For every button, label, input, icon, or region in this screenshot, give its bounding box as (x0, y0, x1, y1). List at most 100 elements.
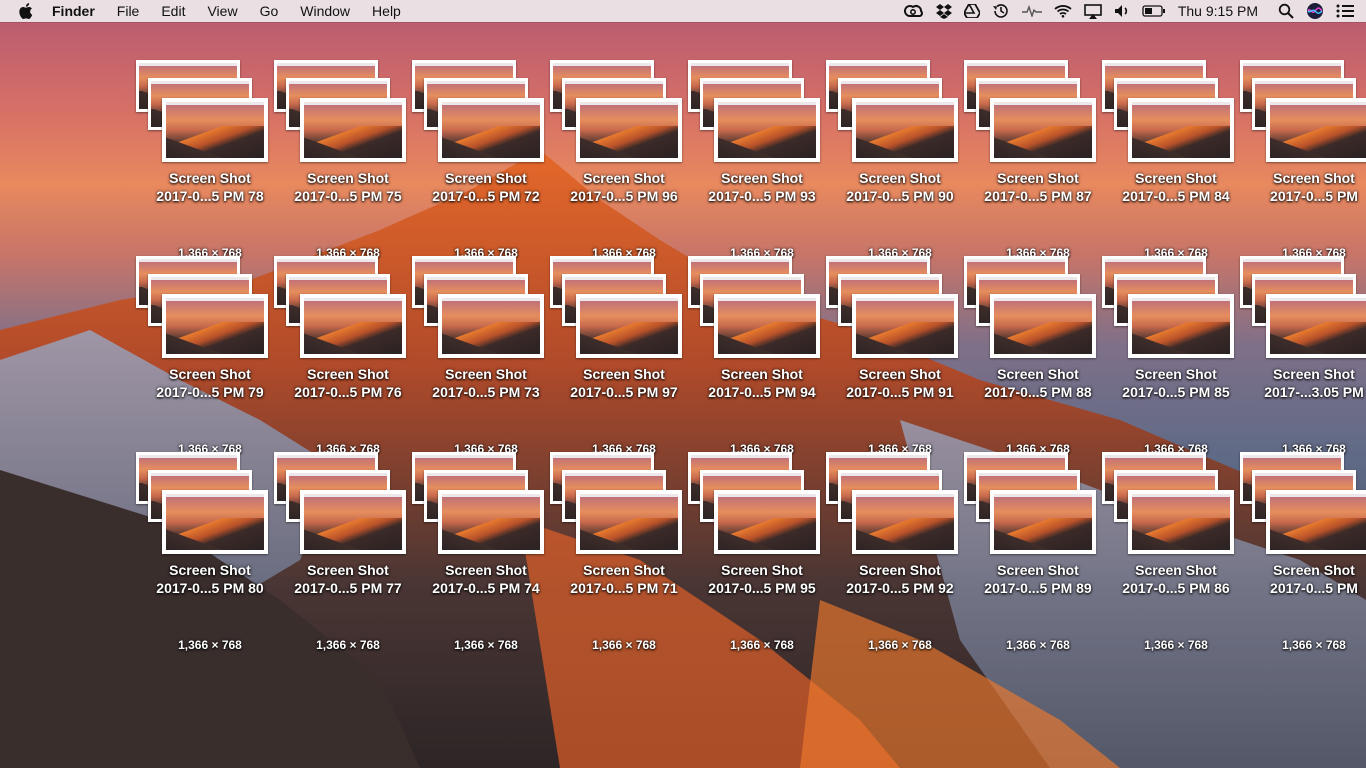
battery-icon[interactable] (1142, 0, 1166, 22)
file-thumbnail (550, 256, 688, 366)
screenshot-preview (714, 98, 820, 162)
file-dimensions: 1,366 × 768 (868, 638, 932, 652)
file-thumbnail (964, 452, 1102, 562)
screenshot-preview (852, 490, 958, 554)
desktop-file[interactable]: Screen Shot 2017-0...5 PM 1,366 × 768 (1234, 452, 1366, 652)
file-dimensions: 1,366 × 768 (1144, 638, 1208, 652)
desktop-file[interactable]: Screen Shot 2017-0...5 PM 73 1,366 × 768 (406, 256, 566, 456)
spotlight-icon[interactable] (1278, 0, 1294, 22)
screenshot-preview (438, 490, 544, 554)
desktop-file[interactable]: Screen Shot 2017-0...5 PM 92 1,366 × 768 (820, 452, 980, 652)
file-name-line2: 2017-0...5 PM 84 (1122, 188, 1230, 204)
desktop-file[interactable]: Screen Shot 2017-0...5 PM 84 1,366 × 768 (1096, 60, 1256, 260)
menu-window[interactable]: Window (300, 3, 350, 19)
screenshot-preview (990, 98, 1096, 162)
file-name-line2: 2017-0...5 PM 77 (294, 580, 402, 596)
desktop-file[interactable]: Screen Shot 2017-0...5 PM 77 1,366 × 768 (268, 452, 428, 652)
screenshot-preview (1266, 98, 1366, 162)
desktop-file[interactable]: Screen Shot 2017-0...5 PM 88 1,366 × 768 (958, 256, 1118, 456)
desktop-file[interactable]: Screen Shot 2017-0...5 PM 76 1,366 × 768 (268, 256, 428, 456)
desktop-file[interactable]: Screen Shot 2017-0...5 PM 91 1,366 × 768 (820, 256, 980, 456)
menu-bar: Finder File Edit View Go Window Help Thu… (0, 0, 1366, 22)
file-dimensions: 1,366 × 768 (1006, 638, 1070, 652)
file-name-line2: 2017-0...5 PM 91 (846, 384, 954, 400)
file-name-line1: Screen Shot (169, 562, 251, 578)
google-drive-icon[interactable] (963, 0, 980, 22)
file-name-line2: 2017-0...5 PM 75 (294, 188, 402, 204)
desktop-file[interactable]: Screen Shot 2017-0...5 PM 95 1,366 × 768 (682, 452, 842, 652)
volume-icon[interactable] (1114, 0, 1130, 22)
file-name-line1: Screen Shot (859, 170, 941, 186)
desktop-file[interactable]: Screen Shot 2017-0...5 PM 72 1,366 × 768 (406, 60, 566, 260)
file-name-line2: 2017-0...5 PM 86 (1122, 580, 1230, 596)
desktop-file[interactable]: Screen Shot 2017-0...5 PM 75 1,366 × 768 (268, 60, 428, 260)
desktop-file[interactable]: Screen Shot 2017-0...5 PM 80 1,366 × 768 (130, 452, 290, 652)
menu-file[interactable]: File (117, 3, 140, 19)
file-name-line1: Screen Shot (997, 562, 1079, 578)
file-name-line1: Screen Shot (445, 562, 527, 578)
file-dimensions: 1,366 × 768 (592, 638, 656, 652)
file-name-line1: Screen Shot (1273, 170, 1355, 186)
desktop-file[interactable]: Screen Shot 2017-0...5 PM 86 1,366 × 768 (1096, 452, 1256, 652)
desktop-file[interactable]: Screen Shot 2017-0...5 PM 94 1,366 × 768 (682, 256, 842, 456)
file-thumbnail (1240, 256, 1366, 366)
creative-cloud-icon[interactable] (903, 0, 924, 22)
menu-help[interactable]: Help (372, 3, 401, 19)
file-name-line2: 2017-0...5 PM 74 (432, 580, 540, 596)
file-name-line1: Screen Shot (583, 366, 665, 382)
screenshot-preview (1266, 294, 1366, 358)
menu-view[interactable]: View (207, 3, 237, 19)
desktop-file[interactable]: Screen Shot 2017-0...5 PM 90 1,366 × 768 (820, 60, 980, 260)
file-thumbnail (274, 60, 412, 170)
file-name-line1: Screen Shot (169, 170, 251, 186)
file-name-line2: 2017-0...5 PM 71 (570, 580, 678, 596)
file-thumbnail (688, 452, 826, 562)
time-machine-icon[interactable] (992, 0, 1010, 22)
file-name-line1: Screen Shot (1273, 366, 1355, 382)
file-thumbnail (826, 256, 964, 366)
screenshot-preview (852, 98, 958, 162)
desktop-file[interactable]: Screen Shot 2017-0...5 PM 1,366 × 768 (1234, 60, 1366, 260)
desktop-file[interactable]: Screen Shot 2017-0...5 PM 97 1,366 × 768 (544, 256, 704, 456)
file-thumbnail (136, 60, 274, 170)
wifi-icon[interactable] (1054, 0, 1072, 22)
desktop-file[interactable]: Screen Shot 2017-0...5 PM 71 1,366 × 768 (544, 452, 704, 652)
file-thumbnail (1102, 60, 1240, 170)
menu-clock[interactable]: Thu 9:15 PM (1178, 3, 1258, 19)
file-thumbnail (412, 256, 550, 366)
desktop-file[interactable]: Screen Shot 2017-0...5 PM 85 1,366 × 768 (1096, 256, 1256, 456)
notification-center-icon[interactable] (1336, 0, 1354, 22)
desktop-file[interactable]: Screen Shot 2017-0...5 PM 89 1,366 × 768 (958, 452, 1118, 652)
menu-finder[interactable]: Finder (52, 3, 95, 19)
apple-logo-icon[interactable] (19, 3, 39, 19)
desktop-file[interactable]: Screen Shot 2017-0...5 PM 78 1,366 × 768 (130, 60, 290, 260)
desktop-file[interactable]: Screen Shot 2017-0...5 PM 93 1,366 × 768 (682, 60, 842, 260)
menu-edit[interactable]: Edit (161, 3, 185, 19)
file-thumbnail (136, 452, 274, 562)
file-name-line1: Screen Shot (859, 366, 941, 382)
file-name-line1: Screen Shot (169, 366, 251, 382)
screenshot-preview (714, 490, 820, 554)
file-name-line1: Screen Shot (583, 562, 665, 578)
file-thumbnail (964, 256, 1102, 366)
siri-icon[interactable] (1306, 0, 1324, 22)
file-dimensions: 1,366 × 768 (730, 638, 794, 652)
file-dimensions: 1,366 × 768 (1282, 638, 1346, 652)
desktop-file[interactable]: Screen Shot 2017-0...5 PM 87 1,366 × 768 (958, 60, 1118, 260)
desktop-file[interactable]: Screen Shot 2017-...3.05 PM 1,366 × 768 (1234, 256, 1366, 456)
file-name-line2: 2017-0...5 PM (1270, 188, 1358, 204)
menu-go[interactable]: Go (260, 3, 279, 19)
desktop-file[interactable]: Screen Shot 2017-0...5 PM 74 1,366 × 768 (406, 452, 566, 652)
desktop-file[interactable]: Screen Shot 2017-0...5 PM 96 1,366 × 768 (544, 60, 704, 260)
file-thumbnail (412, 60, 550, 170)
airplay-icon[interactable] (1084, 0, 1102, 22)
activity-icon[interactable] (1021, 0, 1042, 22)
file-name-line2: 2017-...3.05 PM (1264, 384, 1364, 400)
desktop-file[interactable]: Screen Shot 2017-0...5 PM 79 1,366 × 768 (130, 256, 290, 456)
desktop[interactable]: Finder File Edit View Go Window Help Thu… (0, 0, 1366, 768)
dropbox-icon[interactable] (935, 0, 952, 22)
screenshot-preview (1266, 490, 1366, 554)
file-name-line1: Screen Shot (1135, 562, 1217, 578)
file-thumbnail (412, 452, 550, 562)
screenshot-preview (852, 294, 958, 358)
